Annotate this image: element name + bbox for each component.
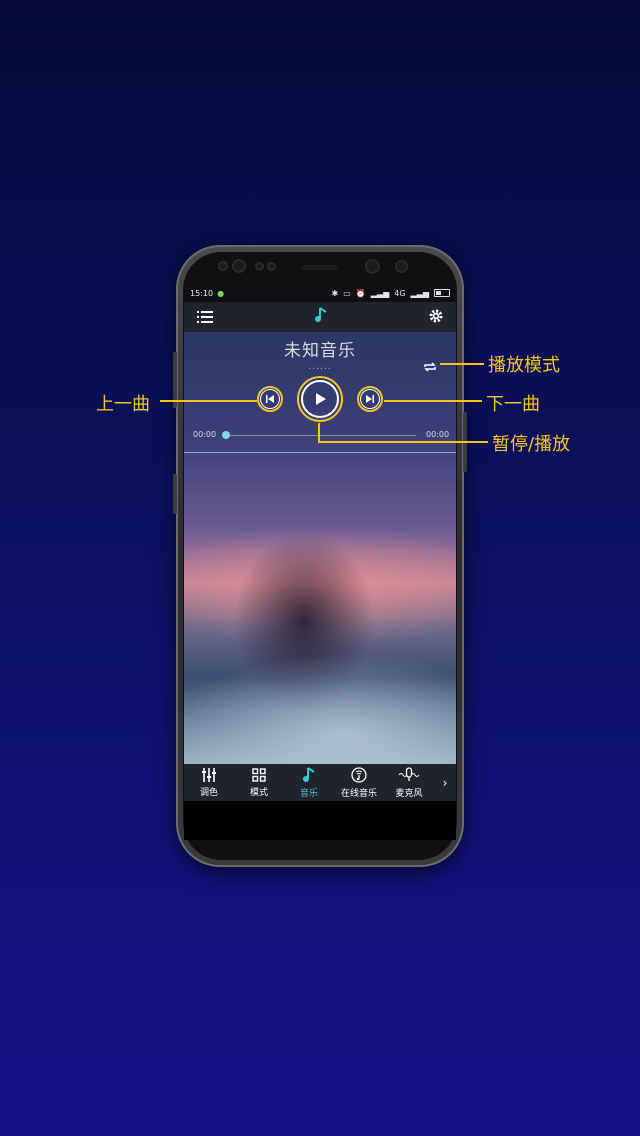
light-sensor-2 [269,264,274,269]
proximity-sensor [220,263,226,269]
tab-label: 音乐 [299,788,318,799]
bottom-tab-bar: 调色 模式 音乐 在线音乐 麦克风 › [184,764,456,801]
tab-label: 调色 [199,787,218,798]
background-mist [184,614,456,764]
previous-button[interactable] [257,386,283,412]
previous-leader [160,400,257,402]
play-pause-leader-vertical [318,423,320,442]
callout-play-pause: 暂停/播放 [492,434,571,455]
song-title: 未知音乐 [284,341,356,361]
skip-previous-icon [266,395,274,403]
play-mode-leader [440,363,484,365]
phone-screen: 15:10 ● ✱ ▭ ⏰ ▂▃▅ 4G ▂▃▅ 未知音乐 ...... 00:… [184,284,456,840]
music-note-logo-icon [313,307,329,327]
play-pause-leader-horizontal [318,441,488,443]
microphone-icon [398,766,420,781]
settings-gear-icon[interactable] [429,308,443,327]
tab-color[interactable]: 调色 [184,764,234,801]
next-leader [384,400,482,402]
earpiece-speaker [302,265,338,270]
tab-label: 麦克风 [395,788,423,799]
front-camera [234,261,244,271]
player-background: 未知音乐 ...... 00:00 00:00 [184,332,456,764]
network-type: 4G [394,288,406,298]
callout-previous: 上一曲 [96,394,150,415]
tab-music[interactable]: 音乐 [284,764,334,801]
bluetooth-icon: ✱ [331,288,339,298]
tab-label: 在线音乐 [340,788,377,799]
lyric-placeholder: ...... [308,362,332,372]
equalizer-icon [202,767,216,782]
vibrate-icon: ▭ [343,288,351,298]
grid-icon [252,767,266,782]
repeat-mode-icon[interactable] [423,358,437,377]
skip-next-icon [366,395,374,403]
status-time: 15:10 [190,288,214,298]
divider-line [184,452,456,453]
alarm-icon: ⏰ [355,288,366,298]
menu-icon[interactable] [197,308,213,327]
wechat-icon: ● [217,288,225,298]
app-bar [184,302,456,332]
next-button[interactable] [357,386,383,412]
iris-camera [397,262,406,271]
tab-online-music[interactable]: 在线音乐 [334,764,384,801]
signal-icon: ▂▃▅ [370,288,390,298]
bixby-button [173,474,177,514]
online-music-icon [351,766,367,783]
play-pause-button[interactable] [297,376,343,422]
total-time: 00:00 [426,430,450,439]
signal-icon-2: ▂▃▅ [410,288,429,298]
play-icon [316,393,326,405]
callout-play-mode: 播放模式 [488,355,560,376]
light-sensor [257,264,262,269]
progress-knob[interactable] [222,431,230,439]
music-note-icon [303,766,315,782]
battery-icon [434,289,450,297]
tab-mode[interactable]: 模式 [234,764,284,801]
progress-track[interactable] [226,435,416,436]
status-bar: 15:10 ● ✱ ▭ ⏰ ▂▃▅ 4G ▂▃▅ [184,284,456,302]
chevron-right-icon[interactable]: › [434,764,456,801]
iris-sensor [367,261,378,272]
tab-label: 模式 [249,787,268,798]
current-time: 00:00 [193,430,217,439]
tab-microphone[interactable]: 麦克风 [384,764,434,801]
navigation-area [184,801,456,840]
callout-next: 下一曲 [486,394,540,415]
